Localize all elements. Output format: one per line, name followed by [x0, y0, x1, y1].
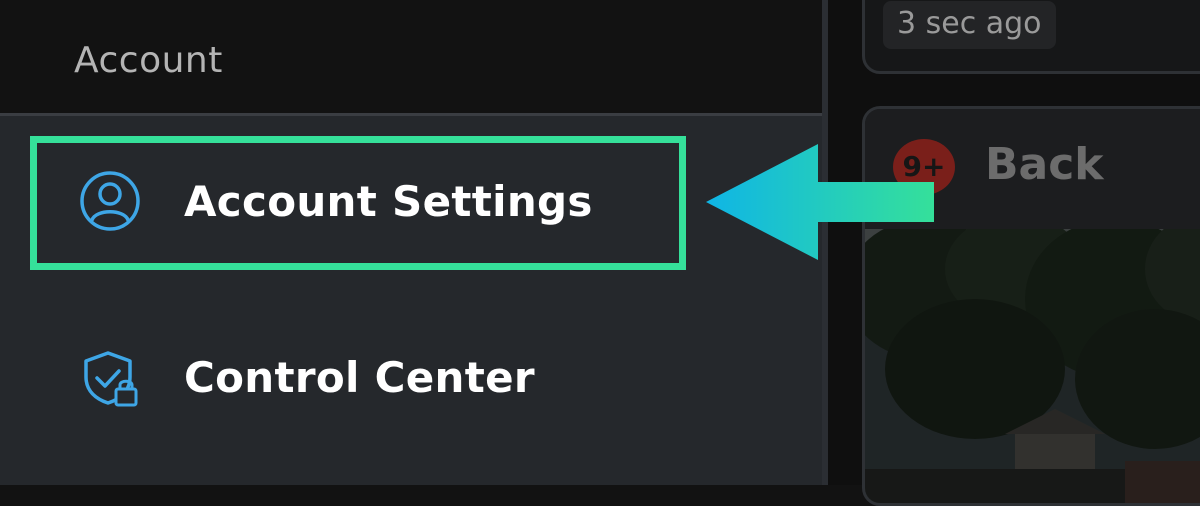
menu-item-label: Control Center — [184, 352, 535, 402]
menu-item-label: Account Settings — [184, 176, 593, 226]
menu-item-control-center[interactable]: Control Center — [30, 312, 680, 442]
event-card[interactable]: 3 sec ago — [862, 0, 1200, 74]
pointer-arrow-icon — [706, 144, 934, 260]
snapshot-dim-overlay — [865, 229, 1200, 503]
section-title: Account — [74, 40, 223, 81]
time-ago-label: 3 sec ago — [883, 1, 1056, 49]
camera-name: Back — [985, 139, 1104, 190]
menu-item-account-settings[interactable]: Account Settings — [30, 136, 680, 266]
shield-lock-icon — [78, 345, 142, 409]
section-header: Account — [0, 0, 824, 116]
user-circle-icon — [78, 169, 142, 233]
camera-snapshot[interactable] — [865, 229, 1200, 503]
